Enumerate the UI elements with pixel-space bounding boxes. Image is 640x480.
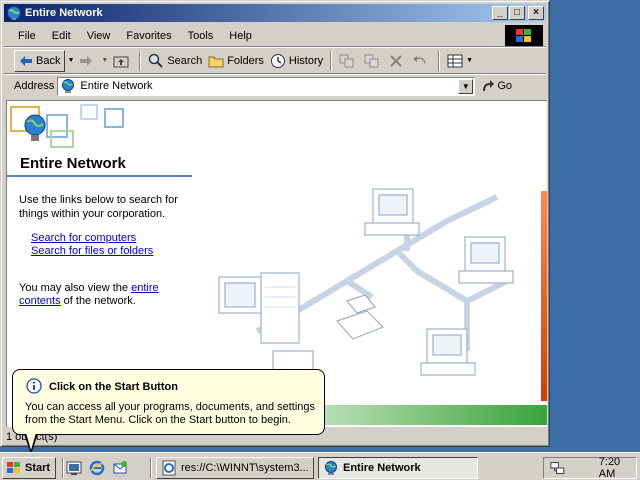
balloon-title: Click on the Start Button [49, 381, 178, 393]
minimize-button[interactable]: _ [492, 6, 508, 20]
move-to-button[interactable] [336, 50, 361, 72]
system-tray: 7:20 AM [543, 456, 637, 480]
forward-dropdown[interactable]: ▼ [99, 50, 110, 72]
also-suffix: of the network. [63, 295, 136, 307]
back-button[interactable]: Back [14, 49, 66, 72]
undo-button[interactable] [409, 50, 434, 72]
address-value: Entire Network [80, 80, 153, 92]
globe-icon [325, 461, 337, 475]
quicklaunch-separator [150, 458, 152, 478]
address-input[interactable]: Entire Network ▼ [57, 76, 476, 96]
taskbar-item-entire-network[interactable]: Entire Network [318, 457, 478, 479]
start-label: Start [25, 462, 51, 474]
go-label: Go [497, 80, 513, 92]
search-computers-link[interactable]: Search for computers [31, 232, 136, 244]
address-label: Address [14, 80, 55, 92]
menu-help[interactable]: Help [221, 30, 260, 42]
start-button[interactable]: Start [2, 457, 56, 479]
folders-icon [208, 56, 224, 67]
folders-button[interactable]: Folders [205, 50, 267, 72]
toolbar-separator [139, 50, 142, 71]
standard-toolbar: Back ▼ ▼ Search Folders History ▼ [4, 48, 544, 73]
search-files-link[interactable]: Search for files or folders [31, 245, 153, 257]
network-header-graphic [10, 104, 124, 148]
forward-arrow-icon [80, 55, 93, 66]
quick-launch [64, 459, 133, 477]
forward-button[interactable] [76, 50, 99, 72]
history-label: History [288, 54, 324, 67]
taskbar-item-res-label: res://C:\WINNT\system3... [181, 462, 309, 474]
back-label: Back [36, 54, 61, 67]
windows-flag-icon [7, 462, 20, 473]
up-folder-button[interactable] [110, 50, 135, 72]
history-icon [270, 53, 285, 68]
outlook-express-icon[interactable] [110, 459, 130, 477]
title-bar[interactable]: Entire Network _ □ × [4, 4, 546, 22]
network-connection-icon[interactable] [550, 460, 565, 476]
toolbar-separator [330, 50, 333, 71]
globe-icon [7, 6, 21, 20]
back-arrow-icon [20, 55, 32, 66]
view-contents-text: You may also view the entire contents of… [19, 282, 179, 308]
move-to-icon [339, 54, 354, 67]
intro-text: Use the links below to search for things… [19, 194, 178, 220]
taskbar-item-entire-network-label: Entire Network [343, 462, 421, 474]
go-arrow-icon [483, 80, 495, 91]
address-bar: Address Entire Network ▼ Go [4, 75, 546, 97]
decorative-strip [541, 191, 547, 401]
folders-label: Folders [227, 54, 264, 67]
menu-favorites[interactable]: Favorites [118, 30, 179, 42]
ie-page-icon [162, 460, 176, 476]
back-dropdown[interactable]: ▼ [65, 50, 76, 72]
views-icon [447, 54, 463, 67]
toolbar-separator [438, 50, 441, 71]
go-button[interactable]: Go [481, 79, 512, 93]
page-title: Entire Network [20, 155, 126, 172]
menu-tools[interactable]: Tools [180, 30, 222, 42]
also-prefix: You may also view the [19, 282, 129, 294]
search-icon [149, 53, 164, 68]
network-globe-icon [62, 79, 75, 93]
show-desktop-icon[interactable] [64, 459, 84, 477]
clock[interactable]: 7:20 AM [599, 456, 636, 480]
address-dropdown-button[interactable]: ▼ [458, 78, 474, 94]
delete-button[interactable] [386, 50, 409, 72]
copy-to-icon [364, 54, 379, 67]
views-button[interactable]: ▼ [444, 50, 476, 72]
undo-icon [413, 55, 426, 63]
balloon-tail-fill [26, 433, 36, 450]
balloon-body: You can access all your programs, docume… [25, 401, 316, 426]
windows-logo-icon [505, 25, 543, 47]
tip-balloon[interactable]: Click on the Start Button You can access… [12, 369, 325, 435]
views-dropdown-icon: ▼ [466, 57, 474, 64]
menu-view[interactable]: View [79, 30, 119, 42]
copy-to-button[interactable] [361, 50, 386, 72]
menu-edit[interactable]: Edit [44, 30, 79, 42]
taskbar-item-res[interactable]: res://C:\WINNT\system3... [156, 457, 314, 479]
search-button[interactable]: Search [145, 50, 205, 72]
window-title: Entire Network [25, 7, 103, 19]
menu-bar: File Edit View Favorites Tools Help [4, 25, 504, 46]
internet-explorer-icon[interactable] [87, 459, 107, 477]
up-folder-icon [113, 56, 129, 67]
maximize-button[interactable]: □ [509, 6, 525, 20]
info-icon [26, 378, 42, 394]
history-button[interactable]: History [267, 50, 326, 72]
delete-icon [390, 54, 402, 67]
window-controls: _ □ × [491, 6, 544, 20]
search-label: Search [167, 54, 203, 67]
title-divider [7, 175, 192, 177]
taskbar: Start res://C:\WINNT\system3... Entire N… [0, 452, 640, 480]
menu-file[interactable]: File [10, 30, 44, 42]
close-button[interactable]: × [528, 6, 544, 20]
